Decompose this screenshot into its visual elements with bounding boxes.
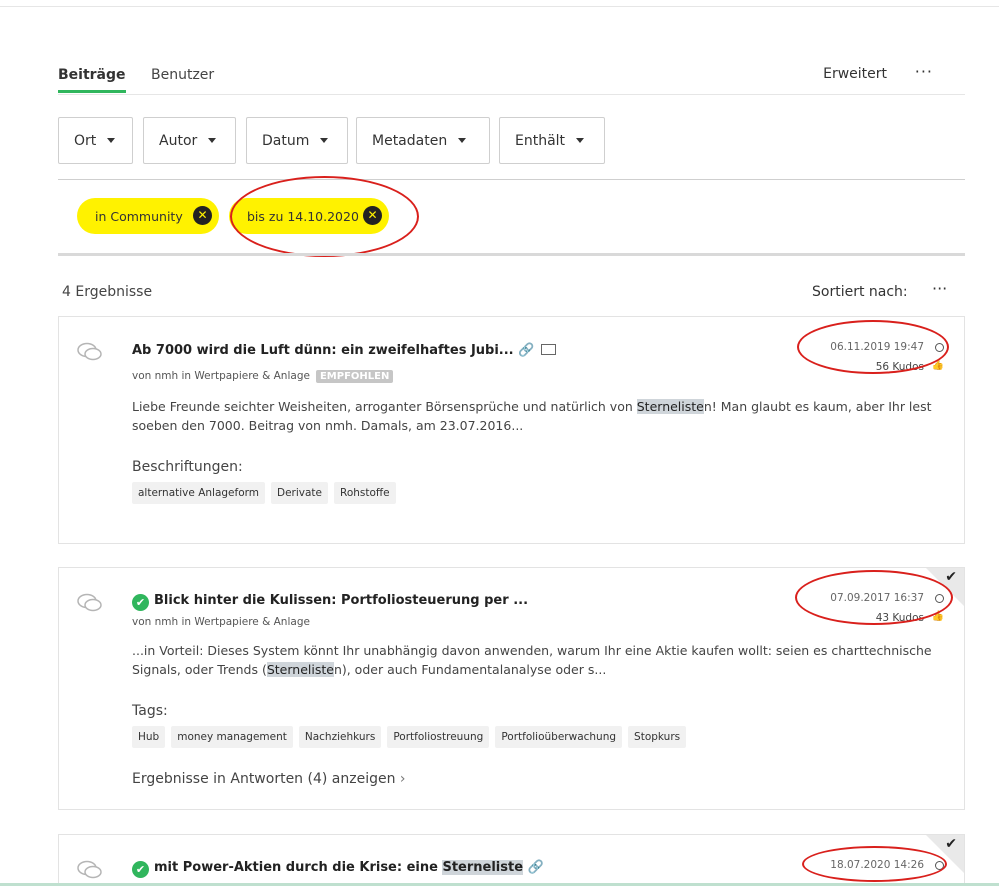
caret-down-icon [320, 138, 329, 143]
replies-label: Ergebnisse in Antworten (4) anzeigen [132, 771, 396, 787]
link-icon: 🔗 [527, 860, 544, 875]
result-meta: von nmh in Wertpapiere & Anlage [132, 616, 310, 628]
filter-author-button[interactable]: Autor [143, 117, 236, 164]
result-title-link[interactable]: ✔ Blick hinter die Kulissen: Portfolioste… [132, 593, 528, 611]
tag-list: Hub money management Nachziehkurs Portfo… [132, 726, 687, 748]
featured-badge: EMPFOHLEN [315, 370, 394, 383]
result-snippet: Liebe Freunde seichter Weisheiten, arrog… [132, 397, 942, 435]
tab-users[interactable]: Benutzer [151, 67, 214, 83]
chevron-right-icon: › [399, 771, 406, 787]
result-title-link[interactable]: ✔ mit Power-Aktien durch die Krise: eine … [132, 860, 544, 878]
divider [58, 179, 965, 180]
tags-heading: Tags: [132, 703, 168, 719]
caret-down-icon [107, 138, 116, 143]
sort-label[interactable]: Sortiert nach: [812, 284, 908, 300]
search-highlight: Sterneliste [266, 662, 334, 677]
image-icon [540, 344, 556, 355]
speech-bubble-icon [77, 860, 102, 879]
chip-label: in Community [95, 208, 183, 224]
advanced-link[interactable]: Erweitert [823, 66, 887, 82]
filter-label: Autor [159, 132, 198, 149]
search-result: Ab 7000 wird die Luft dünn: ein zweifelh… [58, 316, 965, 544]
label-tag[interactable]: alternative Anlageform [132, 482, 265, 504]
label-tag[interactable]: Derivate [271, 482, 329, 504]
filter-date-button[interactable]: Datum [246, 117, 348, 164]
show-replies-link[interactable]: Ergebnisse in Antworten (4) anzeigen › [132, 771, 406, 787]
post-date: 06.11.2019 19:47 [830, 341, 924, 353]
filter-label: Enthält [515, 132, 566, 149]
filter-chip-date: bis zu 14.10.2020 ✕ [229, 198, 389, 234]
kudos-count: 43 Kudos [875, 612, 924, 624]
filter-label: Metadaten [372, 132, 448, 149]
search-highlight: Sterneliste [636, 399, 704, 414]
accepted-solution-icon: ✔ [132, 594, 149, 611]
label-tag[interactable]: Rohstoffe [334, 482, 396, 504]
search-highlight: Sterneliste [442, 860, 524, 875]
sort-more-icon[interactable]: ··· [932, 279, 947, 298]
clock-icon [935, 594, 944, 603]
speech-bubble-icon [77, 593, 102, 612]
clock-icon [935, 343, 944, 352]
tab-posts[interactable]: Beiträge [58, 67, 126, 93]
result-title: mit Power-Aktien durch die Krise: eine [154, 860, 443, 875]
search-result: ✔ ✔ Blick hinter die Kulissen: Portfolios… [58, 567, 965, 810]
filter-contains-button[interactable]: Enthält [499, 117, 605, 164]
post-date: 18.07.2020 14:26 [830, 859, 924, 871]
checkmark-icon: ✔ [945, 569, 957, 585]
result-title: Blick hinter die Kulissen: Portfoliosteu… [154, 593, 529, 608]
snippet-text: Liebe Freunde seichter Weisheiten, arrog… [132, 399, 637, 414]
result-snippet: ...in Vorteil: Dieses System könnt Ihr u… [132, 641, 942, 679]
more-options-icon[interactable]: ··· [915, 62, 933, 81]
author-board[interactable]: von nmh in Wertpapiere & Anlage [132, 616, 310, 628]
remove-filter-icon[interactable]: ✕ [363, 206, 382, 225]
accepted-solution-icon: ✔ [132, 861, 149, 878]
tag[interactable]: Nachziehkurs [298, 726, 382, 748]
tag[interactable]: Hub [132, 726, 166, 748]
caret-down-icon [458, 138, 467, 143]
search-tabs: Beiträge Benutzer Erweitert ··· [58, 58, 965, 95]
label-list: alternative Anlageform Derivate Rohstoff… [132, 482, 396, 504]
clock-icon [935, 861, 944, 870]
result-title-link[interactable]: Ab 7000 wird die Luft dünn: ein zweifelh… [132, 343, 556, 358]
result-count: 4 Ergebnisse [62, 284, 153, 300]
result-meta: von nmh in Wertpapiere & Anlage EMPFOHLEN [132, 370, 394, 383]
filter-metadata-button[interactable]: Metadaten [356, 117, 490, 164]
thumbs-up-icon: 👍 [931, 611, 944, 622]
kudos-count: 56 Kudos [875, 361, 924, 373]
link-icon: 🔗 [518, 343, 535, 358]
snippet-text: n), oder auch Fundamentalanalyse oder s.… [333, 662, 607, 677]
remove-filter-icon[interactable]: ✕ [193, 206, 212, 225]
labels-heading: Beschriftungen: [132, 459, 243, 475]
tag[interactable]: Stopkurs [628, 726, 687, 748]
post-date: 07.09.2017 16:37 [830, 592, 924, 604]
result-title: Ab 7000 wird die Luft dünn: ein zweifelh… [132, 343, 514, 358]
checkmark-icon: ✔ [945, 836, 957, 852]
top-divider [0, 6, 999, 7]
search-result: ✔ ✔ mit Power-Aktien durch die Krise: ein… [58, 834, 965, 886]
filter-label: Ort [74, 132, 97, 149]
caret-down-icon [576, 138, 585, 143]
filter-chip-community: in Community ✕ [77, 198, 219, 234]
tag[interactable]: money management [171, 726, 293, 748]
caret-down-icon [208, 138, 217, 143]
author-board[interactable]: von nmh in Wertpapiere & Anlage [132, 370, 310, 382]
divider [58, 253, 965, 256]
tag[interactable]: Portfolioüberwachung [495, 726, 623, 748]
filter-location-button[interactable]: Ort [58, 117, 133, 164]
thumbs-up-icon: 👍 [931, 360, 944, 371]
chip-label: bis zu 14.10.2020 [247, 208, 359, 224]
speech-bubble-icon [77, 342, 102, 361]
tag[interactable]: Portfoliostreuung [387, 726, 490, 748]
filter-label: Datum [262, 132, 310, 149]
